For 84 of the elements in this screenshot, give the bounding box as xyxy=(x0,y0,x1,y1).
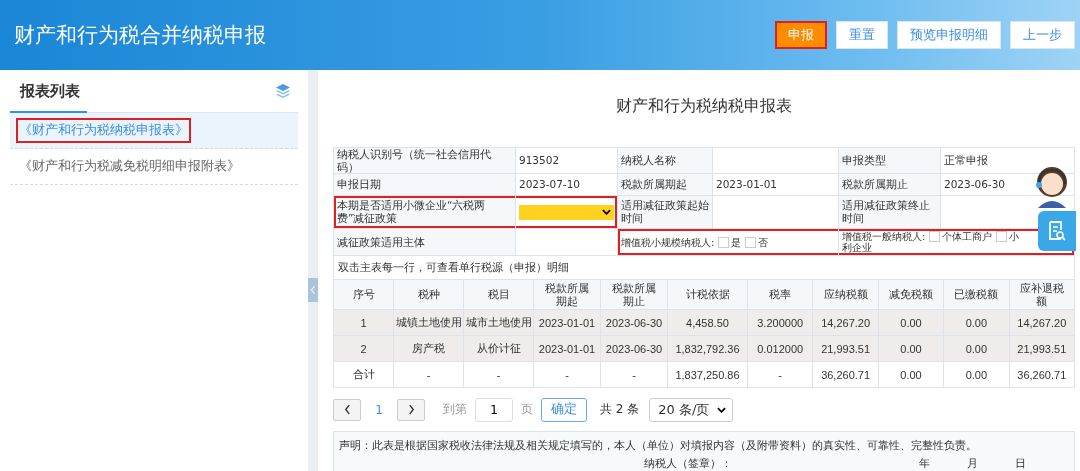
column-header: 税率 xyxy=(748,280,814,310)
checkbox-label: 是 xyxy=(731,236,742,248)
field-label: 申报类型 xyxy=(839,148,941,174)
page-size-select[interactable]: 20 条/页 xyxy=(649,397,734,422)
checkbox-label: 小 xyxy=(1009,231,1020,242)
column-header: 税目 xyxy=(464,280,534,310)
column-header: 税种 xyxy=(394,280,464,310)
sidebar-item[interactable]: 《财产和行为税纳税申报表》 xyxy=(10,113,298,149)
page-title: 财产和行为税合并纳税申报 xyxy=(14,22,266,49)
sidebar-item[interactable]: 《财产和行为税减免税明细申报附表》 xyxy=(10,149,298,185)
option-group-label: 增值税小规模纳税人: xyxy=(621,236,715,248)
report-link[interactable]: 《财产和行为税纳税申报表》 xyxy=(16,118,191,143)
table-cell: - xyxy=(534,362,601,388)
table-cell: 1 xyxy=(334,310,394,336)
report-link[interactable]: 《财产和行为税减免税明细申报附表》 xyxy=(16,154,243,179)
field-label: 本期是否适用小微企业“六税两费”减征政策 xyxy=(334,196,516,229)
option-group-label: 增值税一般纳税人: xyxy=(842,231,926,242)
field-label: 纳税人名称 xyxy=(618,148,713,174)
table-cell: 2023-01-01 xyxy=(534,310,601,336)
table-cell: 14,267.20 xyxy=(1009,310,1075,336)
table-cell: 合计 xyxy=(334,362,394,388)
table-cell: 2023-06-30 xyxy=(601,336,668,362)
field-label: 适用减征政策终止时间 xyxy=(839,196,941,229)
form-title: 财产和行为税纳税申报表 xyxy=(615,96,793,117)
field-label: 税款所属期止 xyxy=(839,174,941,196)
goto-label: 到第 xyxy=(443,401,467,418)
table-cell: 3.200000 xyxy=(748,310,814,336)
table-cell: 0.00 xyxy=(944,362,1010,388)
table-cell: - xyxy=(464,362,534,388)
table-cell: 2023-01-01 xyxy=(534,336,601,362)
table-cell: 36,260.71 xyxy=(813,362,879,388)
table-cell: 0.00 xyxy=(878,310,945,336)
table-cell: 0.012000 xyxy=(748,336,814,362)
page-input[interactable]: 1 xyxy=(475,397,513,422)
table-cell: 36,260.71 xyxy=(1009,362,1075,388)
day-label: 日 xyxy=(1015,456,1027,471)
column-header: 已缴税额 xyxy=(944,280,1010,310)
column-header: 序号 xyxy=(334,280,394,310)
table-cell: 从价计征 xyxy=(464,336,534,362)
column-header: 应补退税额 xyxy=(1009,280,1075,310)
column-header: 减免税额 xyxy=(878,280,945,310)
month-label: 月 xyxy=(967,456,979,471)
table-cell: 2023-06-30 xyxy=(601,310,668,336)
table-cell: 1,837,250.86 xyxy=(668,362,748,388)
page-unit: 页 xyxy=(521,401,533,418)
confirm-button[interactable]: 确定 xyxy=(541,397,587,422)
declaration-text: 声明：此表是根据国家税收法律法规及相关规定填写的，本人（单位）对填报内容（及附带资料）的真实性、可靠性、完整性负责。 xyxy=(339,438,978,453)
field-label: 减征政策适用主体 xyxy=(334,229,516,256)
table-cell: 0.00 xyxy=(944,310,1010,336)
table-cell: 14,267.20 xyxy=(813,310,879,336)
total-count: 共 2 条 xyxy=(600,401,640,418)
table-cell: - xyxy=(601,362,668,388)
signer-label: 纳税人（签章）： xyxy=(644,456,733,471)
table-cell: 0.00 xyxy=(878,336,945,362)
table-cell: 房产税 xyxy=(394,336,464,362)
table-cell: 2 xyxy=(334,336,394,362)
field-label: 适用减征政策起始时间 xyxy=(618,196,713,229)
column-header: 税款所属期止 xyxy=(601,280,668,310)
table-cell: 21,993.51 xyxy=(813,336,879,362)
table-cell: 0.00 xyxy=(878,362,945,388)
toolbar-button[interactable]: 预览申报明细 xyxy=(897,21,1001,49)
toolbar-button[interactable]: 重置 xyxy=(836,21,888,49)
table-cell: 4,458.50 xyxy=(668,310,748,336)
table-cell: 城镇土地使用 xyxy=(394,310,464,336)
toolbar-button[interactable]: 上一步 xyxy=(1010,21,1075,49)
table-cell: 城市土地使用 xyxy=(464,310,534,336)
sidebar-title: 报表列表 xyxy=(18,81,80,101)
column-header: 计税依据 xyxy=(668,280,748,310)
year-label: 年 xyxy=(919,456,931,471)
table-cell: - xyxy=(748,362,814,388)
checkbox-label: 否 xyxy=(758,236,769,248)
page-number[interactable]: 1 xyxy=(361,402,397,417)
field-label: 纳税人识别号（统一社会信用代码） xyxy=(334,148,516,174)
table-cell: 1,832,792.36 xyxy=(668,336,748,362)
field-label: 申报日期 xyxy=(334,174,516,196)
column-header: 税款所属期起 xyxy=(534,280,601,310)
table-cell: 21,993.51 xyxy=(1009,336,1075,362)
table-cell: 0.00 xyxy=(944,336,1010,362)
column-header: 应纳税额 xyxy=(813,280,879,310)
option-label-continuation: 利企业 xyxy=(842,242,872,253)
field-label: 税款所属期起 xyxy=(618,174,713,196)
toolbar-button[interactable]: 申报 xyxy=(775,21,827,49)
table-cell: - xyxy=(394,362,464,388)
checkbox-label: 个体工商户 xyxy=(942,231,993,242)
